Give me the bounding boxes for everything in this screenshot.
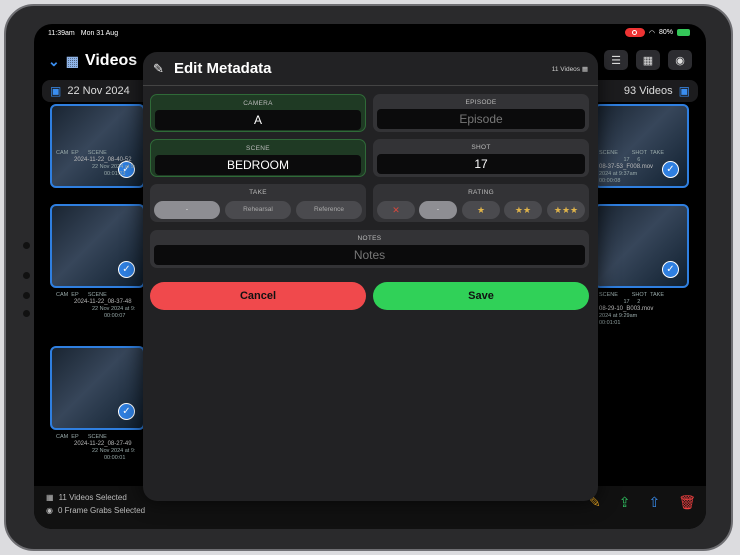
video-meta: SCENE SHOT TAKE 17 2 08-29-10_B003.mov 2… (599, 292, 665, 326)
status-bar: 11:39am Mon 31 Aug ◠ 80% (34, 24, 706, 42)
side-button (23, 292, 30, 299)
notes-field[interactable]: NOTES Notes (150, 230, 589, 268)
rating-field: RATING ✕ - ★ ★★ ★★★ (373, 184, 589, 222)
checkmark-icon: ✓ (118, 403, 135, 420)
checkmark-icon: ✓ (662, 161, 679, 178)
video-count: 93 Videos (623, 85, 673, 97)
status-time: 11:39am (48, 29, 75, 37)
take-option-none[interactable]: - (154, 201, 220, 219)
shot-field[interactable]: SHOT 17 (373, 139, 589, 177)
checkmark-icon: ✓ (662, 261, 679, 278)
video-meta: CAM EP SCENE 2024-11-22_08-27-49 22 Nov … (56, 434, 136, 461)
select-all-icon[interactable]: ▣ (679, 84, 690, 98)
scene-input[interactable]: BEDROOM (155, 155, 361, 175)
scene-label: SCENE (246, 145, 270, 152)
camera-field[interactable]: CAMERA A (150, 94, 366, 132)
share-icon[interactable]: ⇧ (648, 494, 660, 511)
battery-icon (677, 29, 690, 36)
scene-field[interactable]: SCENE BEDROOM (150, 139, 366, 177)
rating-label: RATING (468, 189, 494, 196)
video-meta: SCENE SHOT TAKE 17 6 08-37-53_F008.mov 2… (599, 150, 665, 184)
rating-one-star-icon[interactable]: ★ (477, 205, 485, 215)
calendar-icon[interactable]: ▣ (50, 84, 61, 98)
rating-option-none[interactable]: - (419, 201, 457, 219)
modal-title: Edit Metadata (174, 60, 272, 77)
camera-icon: ◉ (46, 506, 53, 515)
take-option-rehearsal[interactable]: Rehearsal (225, 201, 291, 219)
videos-selected-label: 11 Videos Selected (58, 493, 127, 502)
rating-three-star-icon[interactable]: ★★★ (554, 205, 578, 215)
status-date: Mon 31 Aug (80, 29, 119, 37)
chevron-down-icon[interactable]: ⌄ (48, 53, 60, 70)
video-thumbnail[interactable]: ✓ (50, 346, 145, 430)
edit-metadata-modal: ✎ Edit Metadata 11 Videos ▦ CAMERA A EPI… (143, 52, 598, 501)
film-view-button[interactable]: ▦ (636, 50, 660, 70)
episode-field[interactable]: EPISODE Episode (373, 94, 589, 132)
video-thumbnail[interactable]: ✓ (594, 204, 689, 288)
side-button (23, 272, 30, 279)
shot-label: SHOT (471, 144, 491, 151)
cancel-button[interactable]: Cancel (150, 282, 366, 310)
battery-percent: 80% (658, 29, 673, 36)
side-button (23, 310, 30, 317)
film-icon: ▦ (46, 493, 54, 502)
record-indicator-icon (624, 28, 645, 37)
episode-input[interactable]: Episode (377, 109, 585, 129)
checkmark-icon: ✓ (118, 261, 135, 278)
take-field: TAKE - Rehearsal Reference (150, 184, 366, 222)
video-meta: CAM EP SCENE 2024-11-22_08-40-52 22 Nov … (56, 150, 136, 177)
save-button[interactable]: Save (373, 282, 589, 310)
notes-input[interactable]: Notes (154, 245, 585, 265)
camera-button[interactable]: ◉ (668, 50, 692, 70)
filter-button[interactable]: ☰ (604, 50, 628, 70)
edit-icon: ✎ (153, 61, 164, 76)
modal-header: ✎ Edit Metadata 11 Videos ▦ (143, 52, 598, 86)
rating-two-star-icon[interactable]: ★★ (515, 205, 531, 215)
frames-selected-label: 0 Frame Grabs Selected (57, 506, 146, 515)
page-title: Videos (84, 52, 138, 69)
shot-input[interactable]: 17 (377, 154, 585, 174)
trash-icon[interactable]: 🗑 (678, 494, 696, 511)
rating-reject-icon[interactable]: ✕ (392, 205, 400, 215)
camera-label: CAMERA (243, 100, 273, 107)
camera-input[interactable]: A (155, 110, 361, 130)
modal-video-count: 11 Videos ▦ (551, 66, 588, 73)
notes-label: NOTES (357, 235, 382, 242)
take-label: TAKE (249, 189, 267, 196)
episode-label: EPISODE (465, 99, 497, 106)
date-label: 22 Nov 2024 (67, 85, 130, 97)
video-thumbnail[interactable]: ✓ (50, 204, 145, 288)
wifi-icon: ◠ (648, 29, 655, 37)
take-option-reference[interactable]: Reference (296, 201, 362, 219)
film-icon: ▦ (65, 52, 79, 69)
video-meta: CAM EP SCENE 2024-11-22_08-37-48 22 Nov … (56, 292, 136, 319)
side-button (23, 242, 30, 249)
share-plus-icon[interactable]: ⇪ (619, 494, 631, 511)
